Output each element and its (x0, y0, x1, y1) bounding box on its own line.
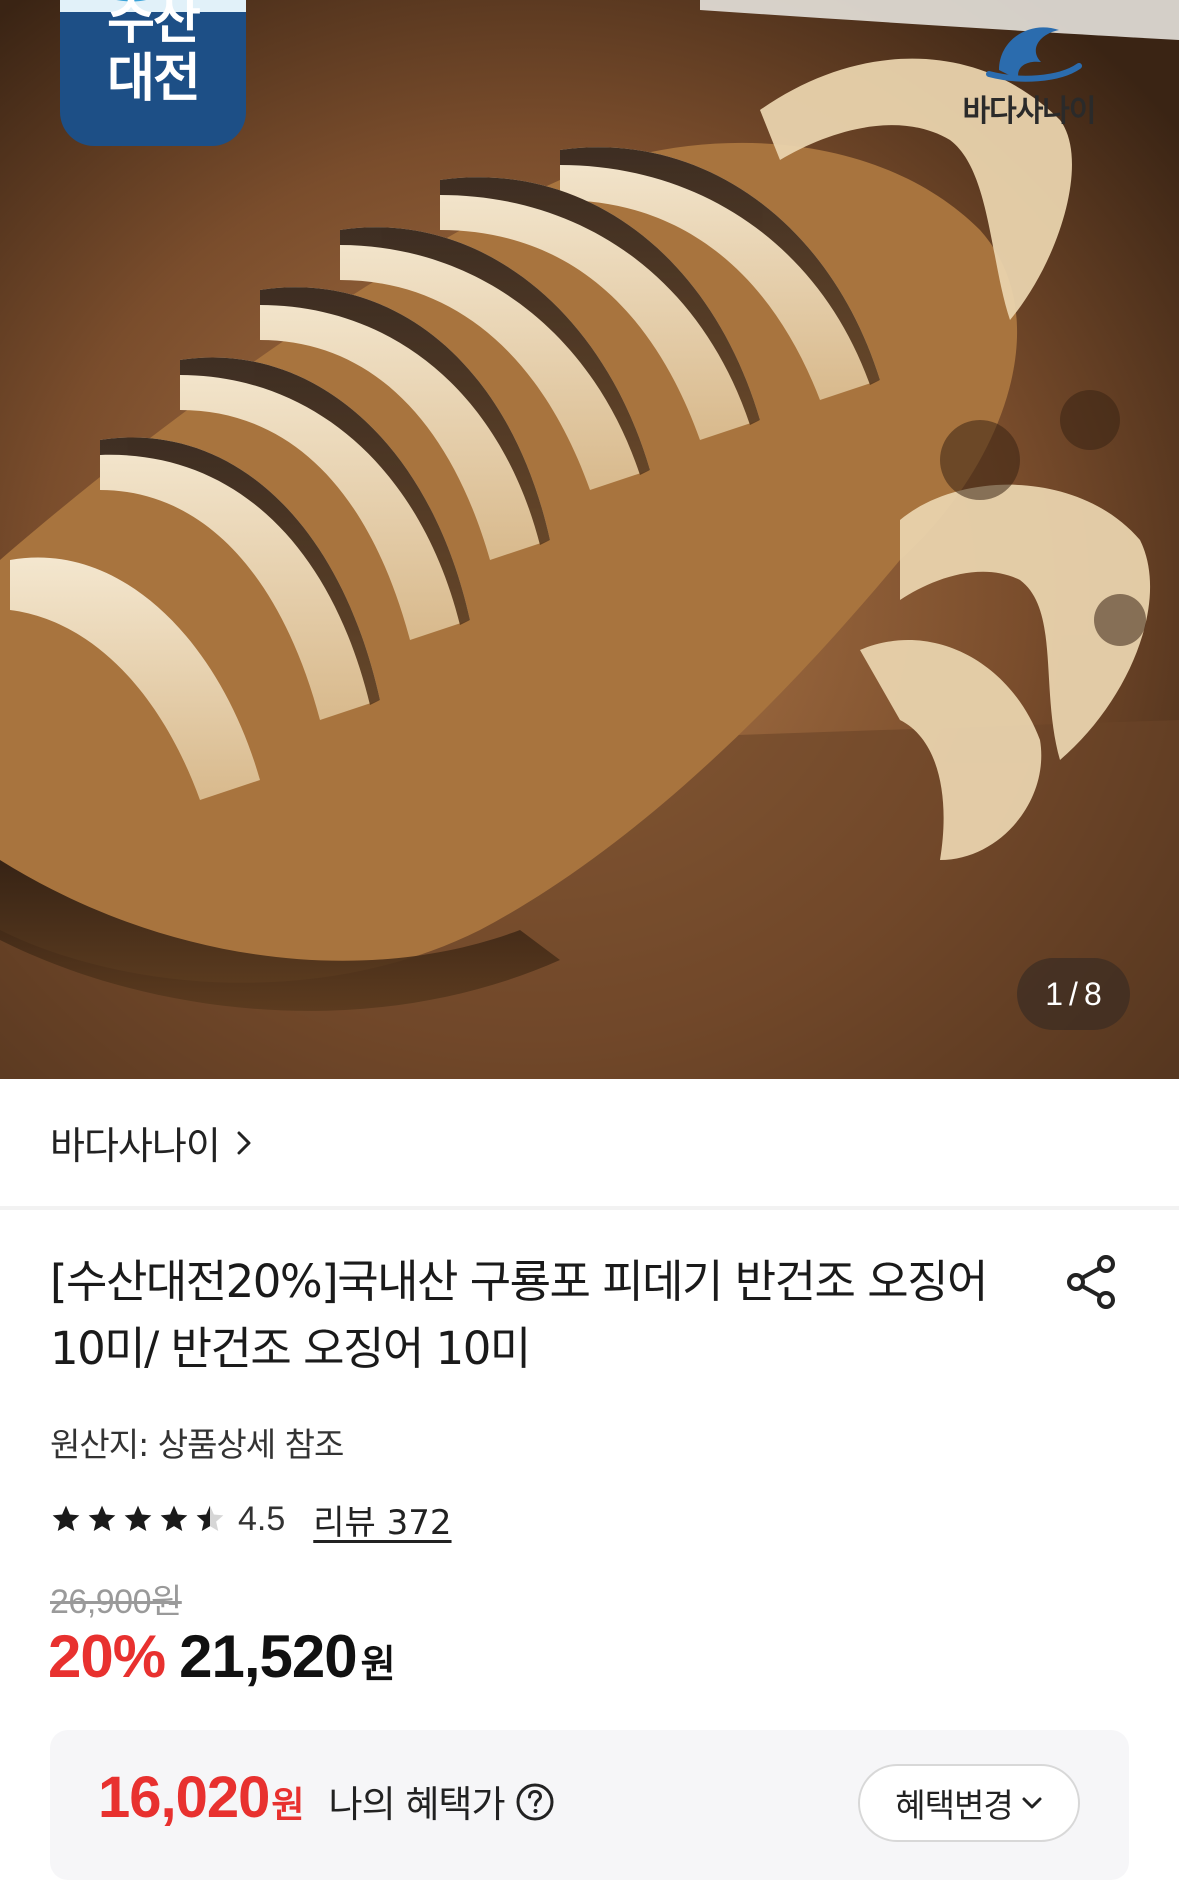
benefit-amount: 16,020 (98, 1765, 270, 1830)
wave-logo-icon (986, 27, 1082, 82)
chevron-right-icon (237, 1131, 251, 1154)
chevron-down-icon (1022, 1797, 1042, 1809)
rating-value: 4.5 (238, 1499, 286, 1538)
question-circle-icon[interactable] (515, 1782, 555, 1822)
change-benefit-button[interactable]: 혜택변경 (858, 1764, 1080, 1842)
sale-price: 21,520 (179, 1623, 358, 1690)
badge-line-2: 대전 (107, 49, 201, 109)
star-icon (160, 1505, 188, 1531)
seller-name: 바다사나이 (50, 1124, 221, 1168)
share-icon (1067, 1255, 1115, 1309)
sale-price-unit: 원 (360, 1642, 396, 1686)
sale-price-row: 20% 21,520 원 (48, 1622, 396, 1692)
product-image-carousel[interactable]: 수산 대전 바다사나이 1 / 8 (0, 0, 1179, 1079)
original-price: 26,900원 (50, 1583, 182, 1621)
origin-info: 원산지: 상품상세 참조 (50, 1418, 345, 1466)
star-icon (52, 1505, 80, 1531)
image-counter: 1 / 8 (1017, 958, 1130, 1030)
product-title: [수산대전20%]국내산 구룡포 피데기 반건조 오징어 10미/ 반건조 오징… (50, 1255, 988, 1375)
half-star-icon (196, 1505, 224, 1531)
brand-watermark: 바다사나이 (929, 10, 1129, 130)
share-button[interactable] (1060, 1250, 1124, 1314)
badge-line-1: 수산 (107, 0, 201, 51)
watermark-text: 바다사나이 (962, 94, 1097, 129)
image-counter-separator: / (1069, 975, 1078, 1012)
grilled-squid-photo (0, 0, 1179, 1079)
image-counter-total: 8 (1083, 975, 1102, 1012)
my-benefit-box: 16,020 원 나의 혜택가 혜택변경 (50, 1730, 1129, 1880)
benefit-label: 나의 혜택가 (328, 1783, 506, 1826)
rating-row: 4.5 리뷰 372 (50, 1494, 452, 1544)
fisheries-festival-badge: 수산 대전 (60, 0, 246, 146)
star-rating (50, 1503, 226, 1535)
star-icon (124, 1505, 152, 1531)
discount-rate: 20% (48, 1623, 166, 1690)
star-icon (88, 1505, 116, 1531)
seller-link[interactable]: 바다사나이 (0, 1079, 1179, 1210)
image-counter-current: 1 (1045, 975, 1064, 1012)
origin-value: 상품상세 참조 (157, 1425, 345, 1464)
review-count-link[interactable]: 리뷰 372 (313, 1495, 451, 1544)
change-benefit-label: 혜택변경 (895, 1786, 1013, 1825)
origin-label: 원산지: (50, 1425, 149, 1464)
benefit-price: 16,020 원 나의 혜택가 (98, 1764, 555, 1831)
benefit-unit: 원 (271, 1785, 305, 1826)
